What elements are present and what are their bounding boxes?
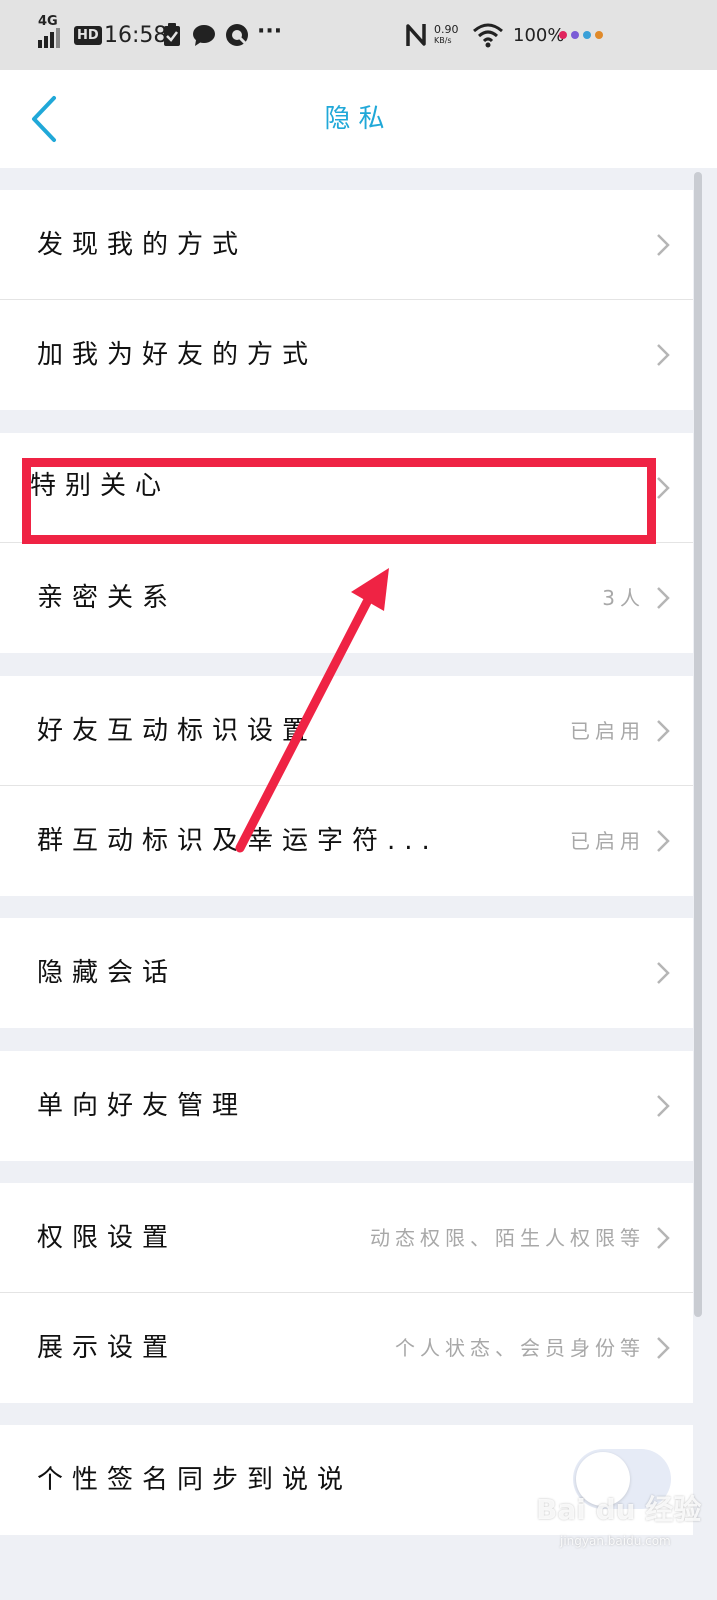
page-title: 隐私 <box>324 104 393 134</box>
more-icon: ··· <box>257 18 283 44</box>
q-app-icon <box>225 0 249 70</box>
wifi-icon <box>472 0 504 70</box>
clock: 16:58 <box>104 22 168 48</box>
chevron-right-icon <box>657 234 670 256</box>
row-label: 发现我的方式 <box>37 230 248 260</box>
row-label: 加我为好友的方式 <box>37 340 318 370</box>
chevron-right-icon <box>657 344 670 366</box>
nfc-icon <box>405 0 427 70</box>
row-display-settings[interactable]: 展示设置 个人状态、会员身份等 <box>0 1293 693 1403</box>
chevron-right-icon <box>657 830 670 852</box>
clipboard-check-icon <box>163 0 181 70</box>
row-value: 个人状态、会员身份等 <box>395 1336 645 1360</box>
row-label: 权限设置 <box>37 1223 178 1253</box>
row-label: 隐藏会话 <box>37 958 178 988</box>
row-value: 动态权限、陌生人权限等 <box>370 1226 645 1250</box>
row-add-friend-method[interactable]: 加我为好友的方式 <box>0 300 693 410</box>
chevron-right-icon <box>657 962 670 984</box>
chevron-right-icon <box>657 1337 670 1359</box>
row-value: 3人 <box>602 586 645 610</box>
watermark-url: jingyan.baidu.com <box>560 1534 671 1548</box>
row-value: 已启用 <box>570 829 645 853</box>
row-hidden-chats[interactable]: 隐藏会话 <box>0 918 693 1028</box>
net-speed-value: 0.90 <box>434 23 459 36</box>
nav-bar: 隐私 <box>0 70 717 168</box>
chevron-right-icon <box>657 1227 670 1249</box>
row-permission-settings[interactable]: 权限设置 动态权限、陌生人权限等 <box>0 1183 693 1293</box>
scrollbar[interactable] <box>694 172 702 1317</box>
hd-badge: HD <box>74 25 102 45</box>
row-group-interaction-marks[interactable]: 群互动标识及幸运字符... 已启用 <box>0 786 693 896</box>
row-discover-me[interactable]: 发现我的方式 <box>0 190 693 300</box>
row-friend-interaction-marks[interactable]: 好友互动标识设置 已启用 <box>0 676 693 786</box>
row-label: 好友互动标识设置 <box>37 716 318 746</box>
chevron-right-icon <box>657 1095 670 1117</box>
row-one-way-friends[interactable]: 单向好友管理 <box>0 1051 693 1161</box>
row-label: 个性签名同步到说说 <box>37 1465 353 1495</box>
row-label: 单向好友管理 <box>37 1091 248 1121</box>
chevron-right-icon <box>657 587 670 609</box>
network-label: 4G <box>38 13 58 29</box>
battery-level: 100% <box>513 24 565 46</box>
chevron-right-icon <box>657 477 670 499</box>
row-label: 群互动标识及幸运字符... <box>37 826 439 856</box>
row-value: 已启用 <box>570 719 645 743</box>
chevron-right-icon <box>657 720 670 742</box>
row-label: 特别关心 <box>30 471 171 501</box>
color-dots <box>558 0 604 70</box>
row-label: 展示设置 <box>37 1333 178 1363</box>
status-bar: 4G HD 16:58 ··· 0.90 KB/s 100% <box>0 0 717 70</box>
net-speed-unit: KB/s <box>434 36 452 45</box>
chat-bubble-icon <box>192 0 216 70</box>
row-label: 亲密关系 <box>37 583 178 613</box>
row-special-care[interactable]: 特别关心 <box>0 433 693 543</box>
row-intimate-relations[interactable]: 亲密关系 3人 <box>0 543 693 653</box>
